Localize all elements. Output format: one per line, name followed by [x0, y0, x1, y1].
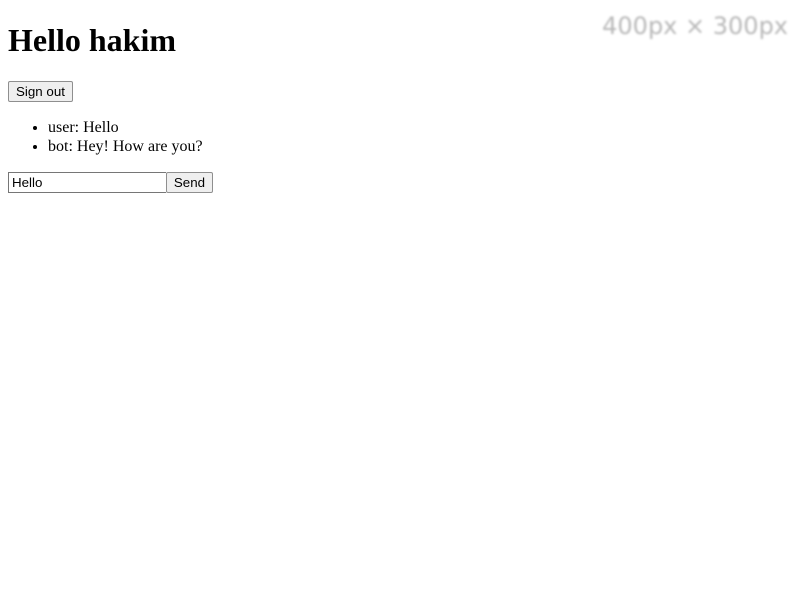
- image-placeholder-label: 400px × 300px: [602, 12, 788, 40]
- signout-row: Sign out: [8, 81, 788, 102]
- sign-out-button[interactable]: Sign out: [8, 81, 73, 102]
- message-composer: Send: [8, 172, 788, 193]
- message-input[interactable]: [8, 172, 166, 193]
- list-item: user: Hello: [48, 118, 788, 137]
- list-item: bot: Hey! How are you?: [48, 137, 788, 156]
- message-list: user: Hello bot: Hey! How are you?: [8, 118, 788, 156]
- send-button[interactable]: Send: [166, 172, 213, 193]
